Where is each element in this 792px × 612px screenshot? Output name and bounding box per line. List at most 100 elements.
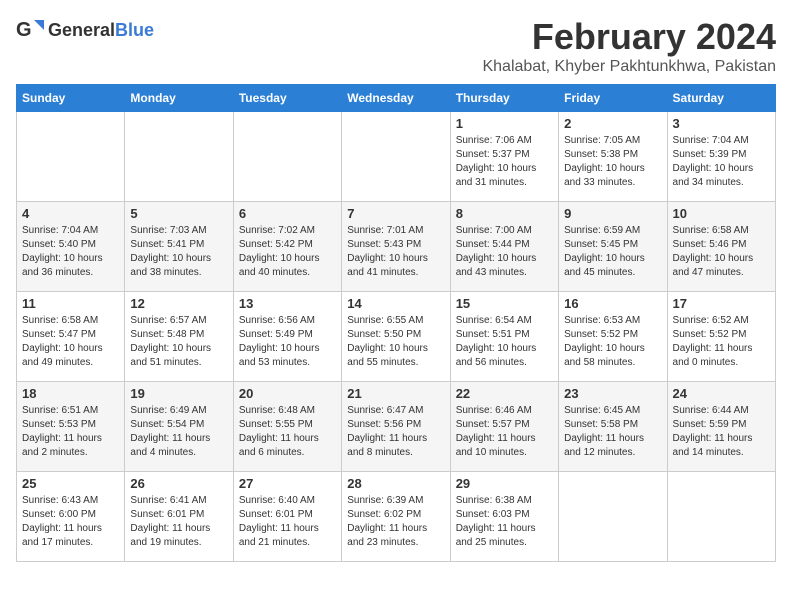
cell-info: Sunrise: 6:59 AM Sunset: 5:45 PM Dayligh…: [564, 224, 661, 280]
day-number: 29: [456, 476, 553, 491]
day-number: 22: [456, 386, 553, 401]
calendar-body: 1 Sunrise: 7:06 AM Sunset: 5:37 PM Daylig…: [17, 112, 776, 562]
day-number: 27: [239, 476, 336, 491]
day-number: 17: [673, 296, 770, 311]
calendar-cell: 22 Sunrise: 6:46 AM Sunset: 5:57 PM Dayli…: [450, 382, 558, 472]
day-number: 2: [564, 116, 661, 131]
calendar-cell: 17 Sunrise: 6:52 AM Sunset: 5:52 PM Dayli…: [667, 292, 775, 382]
day-number: 12: [130, 296, 227, 311]
cell-info: Sunrise: 7:04 AM Sunset: 5:39 PM Dayligh…: [673, 134, 770, 190]
calendar-header-row: SundayMondayTuesdayWednesdayThursdayFrid…: [17, 85, 776, 112]
calendar-cell: 7 Sunrise: 7:01 AM Sunset: 5:43 PM Daylig…: [342, 202, 450, 292]
day-number: 25: [22, 476, 119, 491]
day-number: 4: [22, 206, 119, 221]
cell-info: Sunrise: 7:06 AM Sunset: 5:37 PM Dayligh…: [456, 134, 553, 190]
calendar-cell: [125, 112, 233, 202]
calendar-cell: 16Sunrise: 6:53 AM Sunset: 5:52 PM Dayli…: [559, 292, 667, 382]
calendar-cell: 13 Sunrise: 6:56 AM Sunset: 5:49 PM Dayli…: [233, 292, 341, 382]
day-number: 1: [456, 116, 553, 131]
cell-info: Sunrise: 6:56 AM Sunset: 5:49 PM Dayligh…: [239, 314, 336, 370]
calendar-cell: 6 Sunrise: 7:02 AM Sunset: 5:42 PM Daylig…: [233, 202, 341, 292]
day-number: 19: [130, 386, 227, 401]
day-number: 26: [130, 476, 227, 491]
calendar-cell: [667, 472, 775, 562]
title-area: February 2024 Khalabat, Khyber Pakhtunkh…: [482, 16, 776, 76]
calendar-cell: 15 Sunrise: 6:54 AM Sunset: 5:51 PM Dayli…: [450, 292, 558, 382]
cell-info: Sunrise: 6:58 AM Sunset: 5:46 PM Dayligh…: [673, 224, 770, 280]
cell-info: Sunrise: 7:04 AM Sunset: 5:40 PM Dayligh…: [22, 224, 119, 280]
calendar-cell: 18 Sunrise: 6:51 AM Sunset: 5:53 PM Dayli…: [17, 382, 125, 472]
day-number: 14: [347, 296, 444, 311]
day-number: 15: [456, 296, 553, 311]
cell-info: Sunrise: 6:47 AM Sunset: 5:56 PM Dayligh…: [347, 404, 444, 460]
day-number: 11: [22, 296, 119, 311]
cell-info: Sunrise: 6:46 AM Sunset: 5:57 PM Dayligh…: [456, 404, 553, 460]
cell-info: Sunrise: 6:53 AM Sunset: 5:52 PM Dayligh…: [564, 314, 661, 370]
calendar-week-row: 1 Sunrise: 7:06 AM Sunset: 5:37 PM Daylig…: [17, 112, 776, 202]
day-number: 5: [130, 206, 227, 221]
calendar-cell: 9 Sunrise: 6:59 AM Sunset: 5:45 PM Daylig…: [559, 202, 667, 292]
calendar-cell: [342, 112, 450, 202]
logo: G GeneralBlue: [16, 16, 154, 44]
calendar-cell: 8Sunrise: 7:00 AM Sunset: 5:44 PM Daylig…: [450, 202, 558, 292]
calendar-day-header: Saturday: [667, 85, 775, 112]
calendar-cell: 12 Sunrise: 6:57 AM Sunset: 5:48 PM Dayli…: [125, 292, 233, 382]
svg-text:G: G: [16, 19, 32, 41]
calendar-day-header: Monday: [125, 85, 233, 112]
day-number: 18: [22, 386, 119, 401]
cell-info: Sunrise: 6:51 AM Sunset: 5:53 PM Dayligh…: [22, 404, 119, 460]
page-header: G GeneralBlue February 2024 Khalabat, Kh…: [16, 16, 776, 76]
cell-info: Sunrise: 6:44 AM Sunset: 5:59 PM Dayligh…: [673, 404, 770, 460]
calendar-cell: [233, 112, 341, 202]
calendar-cell: 4 Sunrise: 7:04 AM Sunset: 5:40 PM Daylig…: [17, 202, 125, 292]
day-number: 13: [239, 296, 336, 311]
calendar-cell: 27 Sunrise: 6:40 AM Sunset: 6:01 PM Dayli…: [233, 472, 341, 562]
cell-info: Sunrise: 6:48 AM Sunset: 5:55 PM Dayligh…: [239, 404, 336, 460]
calendar-cell: 19Sunrise: 6:49 AM Sunset: 5:54 PM Dayli…: [125, 382, 233, 472]
calendar-day-header: Thursday: [450, 85, 558, 112]
day-number: 21: [347, 386, 444, 401]
calendar-week-row: 25 Sunrise: 6:43 AM Sunset: 6:00 PM Dayli…: [17, 472, 776, 562]
calendar-cell: 1 Sunrise: 7:06 AM Sunset: 5:37 PM Daylig…: [450, 112, 558, 202]
calendar-cell: 14 Sunrise: 6:55 AM Sunset: 5:50 PM Dayli…: [342, 292, 450, 382]
day-number: 8: [456, 206, 553, 221]
calendar-cell: 20Sunrise: 6:48 AM Sunset: 5:55 PM Dayli…: [233, 382, 341, 472]
day-number: 10: [673, 206, 770, 221]
calendar-cell: 29Sunrise: 6:38 AM Sunset: 6:03 PM Dayli…: [450, 472, 558, 562]
cell-info: Sunrise: 6:57 AM Sunset: 5:48 PM Dayligh…: [130, 314, 227, 370]
calendar-cell: 10 Sunrise: 6:58 AM Sunset: 5:46 PM Dayli…: [667, 202, 775, 292]
cell-info: Sunrise: 6:40 AM Sunset: 6:01 PM Dayligh…: [239, 494, 336, 550]
logo-icon: G: [16, 16, 44, 44]
calendar-cell: 5Sunrise: 7:03 AM Sunset: 5:41 PM Daylig…: [125, 202, 233, 292]
cell-info: Sunrise: 6:55 AM Sunset: 5:50 PM Dayligh…: [347, 314, 444, 370]
cell-info: Sunrise: 6:58 AM Sunset: 5:47 PM Dayligh…: [22, 314, 119, 370]
calendar-table: SundayMondayTuesdayWednesdayThursdayFrid…: [16, 84, 776, 562]
cell-info: Sunrise: 6:43 AM Sunset: 6:00 PM Dayligh…: [22, 494, 119, 550]
location-title: Khalabat, Khyber Pakhtunkhwa, Pakistan: [482, 58, 776, 76]
calendar-cell: 26Sunrise: 6:41 AM Sunset: 6:01 PM Dayli…: [125, 472, 233, 562]
calendar-cell: [17, 112, 125, 202]
month-title: February 2024: [482, 16, 776, 58]
cell-info: Sunrise: 6:45 AM Sunset: 5:58 PM Dayligh…: [564, 404, 661, 460]
cell-info: Sunrise: 7:02 AM Sunset: 5:42 PM Dayligh…: [239, 224, 336, 280]
cell-info: Sunrise: 6:39 AM Sunset: 6:02 PM Dayligh…: [347, 494, 444, 550]
calendar-day-header: Friday: [559, 85, 667, 112]
day-number: 7: [347, 206, 444, 221]
calendar-day-header: Tuesday: [233, 85, 341, 112]
calendar-cell: 3 Sunrise: 7:04 AM Sunset: 5:39 PM Daylig…: [667, 112, 775, 202]
day-number: 3: [673, 116, 770, 131]
cell-info: Sunrise: 6:54 AM Sunset: 5:51 PM Dayligh…: [456, 314, 553, 370]
day-number: 6: [239, 206, 336, 221]
calendar-cell: 24Sunrise: 6:44 AM Sunset: 5:59 PM Dayli…: [667, 382, 775, 472]
day-number: 28: [347, 476, 444, 491]
logo-text-general: General: [48, 20, 115, 40]
day-number: 23: [564, 386, 661, 401]
calendar-week-row: 4 Sunrise: 7:04 AM Sunset: 5:40 PM Daylig…: [17, 202, 776, 292]
logo-text-blue: Blue: [115, 20, 154, 40]
calendar-cell: 11 Sunrise: 6:58 AM Sunset: 5:47 PM Dayli…: [17, 292, 125, 382]
day-number: 9: [564, 206, 661, 221]
cell-info: Sunrise: 7:05 AM Sunset: 5:38 PM Dayligh…: [564, 134, 661, 190]
cell-info: Sunrise: 7:01 AM Sunset: 5:43 PM Dayligh…: [347, 224, 444, 280]
cell-info: Sunrise: 6:52 AM Sunset: 5:52 PM Dayligh…: [673, 314, 770, 370]
calendar-cell: 2 Sunrise: 7:05 AM Sunset: 5:38 PM Daylig…: [559, 112, 667, 202]
